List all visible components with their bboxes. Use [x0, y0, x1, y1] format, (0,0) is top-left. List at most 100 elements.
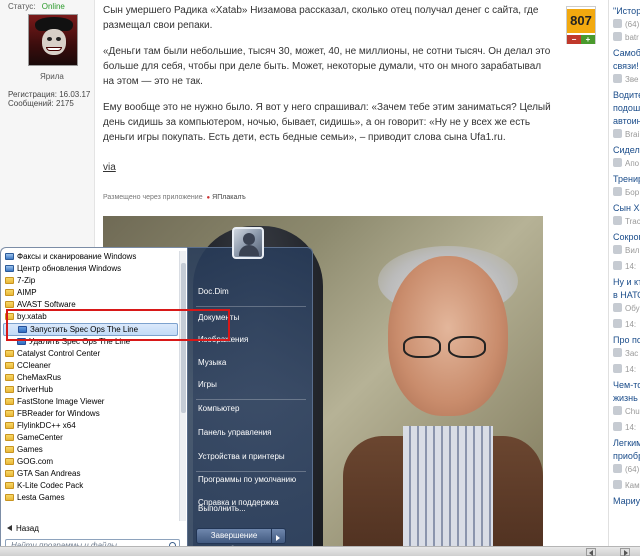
program-item[interactable]: Games — [3, 444, 178, 456]
topic-link[interactable]: Легким — [613, 438, 640, 448]
scroll-left-icon[interactable] — [586, 548, 596, 556]
topic-link[interactable]: Сын Ха — [613, 203, 640, 213]
topic-meta-text: Зас — [625, 349, 639, 358]
program-item[interactable]: K-Lite Codec Pack — [3, 480, 178, 492]
shutdown-button[interactable]: Завершение работы — [196, 528, 272, 554]
program-icon — [5, 253, 14, 260]
topic-link[interactable]: в НАТО — [613, 290, 640, 300]
start-menu-place-item[interactable]: Выполнить... — [198, 504, 246, 513]
topic-link[interactable]: жизнь — [613, 393, 638, 403]
topic-link[interactable]: автоин — [613, 116, 640, 126]
back-button[interactable]: Назад — [7, 524, 39, 533]
program-item[interactable]: Catalyst Control Center — [3, 348, 178, 360]
program-label: GOG.com — [17, 457, 54, 466]
topic-link[interactable]: подошл — [613, 103, 640, 113]
topic-meta: 14: — [613, 261, 636, 271]
shutdown-options-arrow-icon[interactable] — [272, 528, 286, 544]
topic-link[interactable]: Про по — [613, 335, 640, 345]
post-paragraph: Ему вообще это не нужно было. Я вот у не… — [103, 102, 551, 143]
start-menu: Факсы и сканирование Windows Центр обновл… — [0, 243, 313, 556]
topic-meta-text: Бор — [625, 188, 640, 197]
start-menu-place-item[interactable]: Панель управления — [198, 428, 272, 437]
horizontal-scrollbar[interactable] — [0, 546, 640, 556]
author-avatar-icon — [613, 187, 622, 196]
author-avatar-icon — [613, 364, 622, 373]
programs-scrollbar[interactable] — [179, 251, 186, 521]
avatar[interactable] — [28, 14, 78, 66]
program-item[interactable]: FlylinkDC++ x64 — [3, 420, 178, 432]
program-label: Факсы и сканирование Windows — [17, 252, 137, 261]
start-menu-place-item[interactable]: Музыка — [198, 358, 226, 367]
author-avatar-icon — [613, 19, 622, 28]
rate-down-button[interactable]: − — [567, 35, 581, 44]
topic-meta: Chu — [613, 406, 640, 416]
program-label: Lesta Games — [17, 493, 65, 502]
topic-link[interactable]: Мариу — [613, 496, 640, 506]
topic-meta: 14: — [613, 319, 636, 329]
topic-meta: batr — [613, 32, 639, 42]
via-link[interactable]: via — [103, 160, 116, 175]
rating-value: 807 — [567, 9, 595, 33]
start-menu-place-item[interactable]: Игры — [198, 380, 217, 389]
folder-icon — [5, 386, 14, 393]
topic-link[interactable]: "Истор — [613, 6, 640, 16]
topic-meta-text: 14: — [625, 423, 637, 432]
program-item[interactable]: GTA San Andreas — [3, 468, 178, 480]
topic-link[interactable]: Тренир — [613, 174, 640, 184]
author-avatar-icon — [613, 129, 622, 138]
topic-meta-text: Trac — [625, 217, 640, 226]
topic-link[interactable]: Чем-то — [613, 380, 640, 390]
program-item[interactable]: Факсы и сканирование Windows — [3, 251, 178, 263]
author-avatar-icon — [613, 422, 622, 431]
author-avatar-icon — [613, 74, 622, 83]
topic-meta: Зас — [613, 348, 638, 358]
topic-link[interactable]: Сокрoп — [613, 232, 640, 242]
start-menu-place-item[interactable]: Компьютер — [198, 404, 239, 413]
program-item[interactable]: GameCenter — [3, 432, 178, 444]
start-menu-place-item[interactable]: Doc.Dim — [198, 287, 229, 296]
folder-icon — [5, 470, 14, 477]
user-registered: Регистрация: 16.03.17 — [8, 90, 91, 99]
start-menu-place-item[interactable]: Программы по умолчанию — [198, 475, 296, 484]
program-item[interactable]: DriverHub — [3, 384, 178, 396]
author-avatar-icon — [613, 32, 622, 41]
topic-meta-text: (64) — [625, 20, 640, 29]
topic-link[interactable]: Ну и кт — [613, 277, 640, 287]
topic-meta-text: 14: — [625, 320, 637, 329]
topic-link[interactable]: Самобы — [613, 48, 640, 58]
program-item[interactable]: FastStone Image Viewer — [3, 396, 178, 408]
posted-prefix: Размещено через приложение — [103, 194, 203, 201]
topic-link[interactable]: приобр — [613, 451, 640, 461]
folder-icon — [5, 277, 14, 284]
user-picture-icon[interactable] — [232, 227, 264, 259]
back-arrow-icon — [7, 525, 12, 531]
topic-link[interactable]: Водите — [613, 90, 640, 100]
topic-meta: (64) — [613, 464, 639, 474]
start-menu-place-item[interactable]: Устройства и принтеры — [198, 452, 285, 461]
folder-icon — [5, 350, 14, 357]
topic-meta: 14: — [613, 422, 636, 432]
program-item[interactable]: Центр обновления Windows — [3, 263, 178, 275]
topic-meta: Вил — [613, 245, 639, 255]
topic-meta: Brai — [613, 129, 639, 139]
program-item[interactable]: CheMaxRus — [3, 372, 178, 384]
program-item[interactable]: FBReader for Windows — [3, 408, 178, 420]
program-label: GameCenter — [17, 433, 63, 442]
program-item[interactable]: Lesta Games — [3, 492, 178, 504]
user-name[interactable]: Ярила — [40, 72, 64, 81]
scroll-right-icon[interactable] — [620, 548, 630, 556]
program-label: AVAST Software — [17, 300, 76, 309]
topic-link[interactable]: Сидела — [613, 145, 640, 155]
folder-icon — [5, 301, 14, 308]
app-link[interactable]: ЯПлакалъ — [207, 194, 246, 201]
topic-link[interactable]: связи! — [613, 61, 639, 71]
author-avatar-icon — [613, 348, 622, 357]
rate-up-button[interactable]: + — [581, 35, 595, 44]
program-item[interactable]: AIMP — [3, 287, 178, 299]
program-item[interactable]: GOG.com — [3, 456, 178, 468]
author-avatar-icon — [613, 464, 622, 473]
program-item[interactable]: CCleaner — [3, 360, 178, 372]
program-item[interactable]: 7-Zip — [3, 275, 178, 287]
topic-meta: Trac — [613, 216, 640, 226]
program-label: FlylinkDC++ x64 — [17, 421, 76, 430]
